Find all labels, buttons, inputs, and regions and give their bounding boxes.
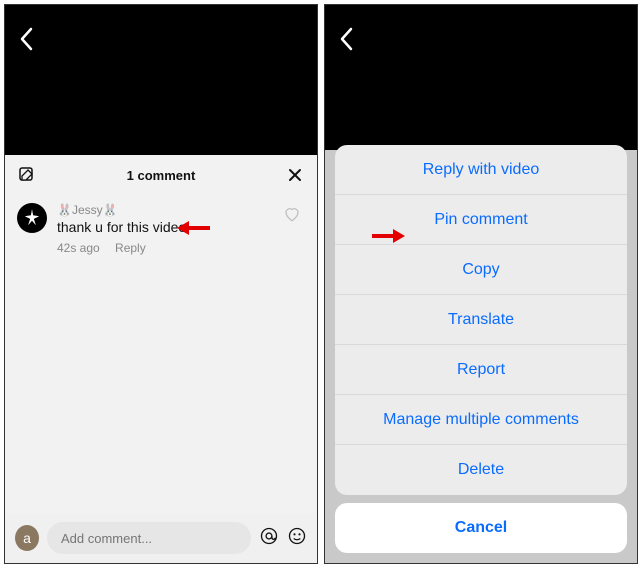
action-sheet-group: Reply with video Pin comment Copy Transl…: [335, 145, 627, 495]
commenter-avatar[interactable]: [17, 203, 47, 233]
comment-header: 1 comment: [5, 155, 317, 195]
comment-row[interactable]: 🐰Jessy🐰 thank u for this video. 42s ago …: [5, 195, 317, 263]
back-icon[interactable]: [19, 27, 33, 58]
compose-icons: [259, 526, 307, 551]
edit-icon[interactable]: [17, 165, 37, 185]
action-report[interactable]: Report: [335, 345, 627, 395]
comment-body: 🐰Jessy🐰 thank u for this video. 42s ago …: [57, 203, 305, 255]
compose-bar: a: [5, 513, 317, 563]
action-translate[interactable]: Translate: [335, 295, 627, 345]
comment-input[interactable]: [47, 522, 251, 554]
user-avatar[interactable]: a: [15, 525, 39, 551]
cancel-button[interactable]: Cancel: [335, 503, 627, 553]
action-reply-with-video[interactable]: Reply with video: [335, 145, 627, 195]
action-delete[interactable]: Delete: [335, 445, 627, 495]
emoji-icon[interactable]: [287, 526, 307, 551]
action-sheet: Reply with video Pin comment Copy Transl…: [335, 145, 627, 553]
close-icon[interactable]: [285, 165, 305, 185]
comment-text: thank u for this video.: [57, 219, 305, 235]
reply-link[interactable]: Reply: [115, 241, 146, 255]
left-phone: 1 comment 🐰Jessy🐰 thank u for this video…: [4, 4, 318, 564]
like-icon[interactable]: [283, 205, 301, 228]
right-phone: Reply with video Pin comment Copy Transl…: [324, 4, 638, 564]
commenter-username[interactable]: 🐰Jessy🐰: [57, 203, 305, 217]
action-copy[interactable]: Copy: [335, 245, 627, 295]
comment-count: 1 comment: [37, 168, 285, 183]
mention-icon[interactable]: [259, 526, 279, 551]
action-manage-multiple[interactable]: Manage multiple comments: [335, 395, 627, 445]
comment-time: 42s ago: [57, 241, 100, 255]
video-area: [5, 5, 317, 155]
video-area: [325, 5, 637, 150]
action-pin-comment[interactable]: Pin comment: [335, 195, 627, 245]
comment-meta: 42s ago Reply: [57, 241, 305, 255]
back-icon[interactable]: [339, 27, 353, 58]
